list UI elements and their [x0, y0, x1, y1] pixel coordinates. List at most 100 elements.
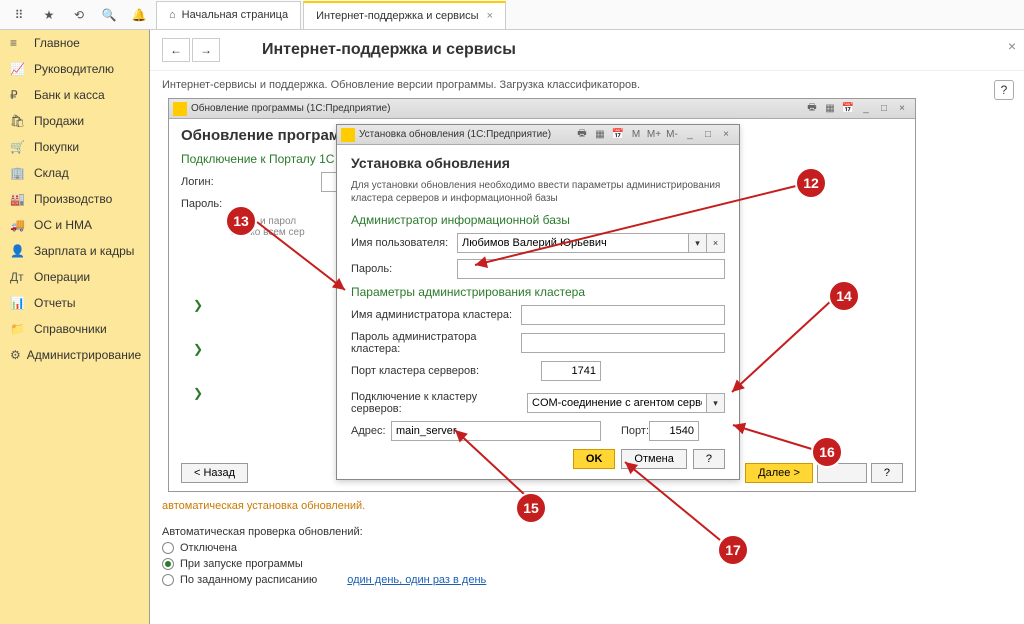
sidebar-item-6[interactable]: 🏭Производство [0, 186, 149, 212]
address-label: Адрес: [351, 425, 391, 437]
back-button[interactable]: ← [162, 38, 190, 62]
close-tab-icon[interactable]: × [487, 10, 493, 22]
sidebar-item-1[interactable]: 📈 Руководителю [0, 56, 149, 82]
radio-disabled-label: Отключена [180, 542, 237, 554]
username-input[interactable] [457, 233, 689, 253]
sidebar-item-4[interactable]: 🛒Покупки [0, 134, 149, 160]
clear-icon[interactable]: × [707, 233, 725, 253]
dialog1-title: Обновление программы (1С:Предприятие) [191, 103, 390, 114]
sidebar-item-10[interactable]: 📊Отчеты [0, 290, 149, 316]
cluster-port-label: Порт кластера серверов: [351, 365, 521, 377]
sidebar-item-3[interactable]: 🛍Продажи [0, 108, 149, 134]
cluster-admin-name-label: Имя администратора кластера: [351, 309, 521, 321]
next-button[interactable]: Далее > [745, 463, 813, 483]
dialog2-title: Установка обновления (1С:Предприятие) [359, 129, 551, 140]
print-icon[interactable]: 🖶 [804, 102, 820, 116]
sidebar-icon: 📈 [10, 62, 28, 76]
cluster-admin-name-input[interactable] [521, 305, 725, 325]
help-button[interactable]: ? [994, 80, 1014, 100]
print-icon[interactable]: 🖶 [574, 128, 590, 142]
home-tab-label: Начальная страница [182, 9, 288, 21]
sidebar-label: Администрирование [27, 348, 141, 362]
calendar-icon[interactable]: 📅 [610, 128, 626, 142]
radio-schedule[interactable] [162, 574, 174, 586]
sidebar-item-12[interactable]: ⚙ Администрирование [0, 342, 149, 368]
port2-input[interactable] [649, 421, 699, 441]
sidebar-label: Банк и касса [34, 88, 105, 102]
sidebar-label: Операции [34, 270, 90, 284]
history-icon[interactable]: ⟲ [64, 1, 94, 29]
sidebar-item-0[interactable]: ≡Главное [0, 30, 149, 56]
bell-icon[interactable]: 🔔 [124, 1, 154, 29]
sidebar-item-7[interactable]: 🚚ОС и НМА [0, 212, 149, 238]
maximize-icon[interactable]: □ [876, 102, 892, 116]
radio-disabled[interactable] [162, 542, 174, 554]
close-dialog-icon[interactable]: × [894, 102, 910, 116]
maximize-icon[interactable]: □ [700, 128, 716, 142]
sidebar-item-9[interactable]: Дт Операции [0, 264, 149, 290]
sidebar-icon: ₽ [10, 88, 28, 102]
calendar-icon[interactable]: 📅 [840, 102, 856, 116]
login-label: Логин: [181, 176, 321, 188]
active-tab-label: Интернет-поддержка и сервисы [316, 10, 478, 22]
close-dialog-icon[interactable]: × [718, 128, 734, 142]
sidebar-icon: ⚙ [10, 348, 21, 362]
minimize-icon[interactable]: _ [682, 128, 698, 142]
app-icon [341, 128, 355, 142]
minimize-icon[interactable]: _ [858, 102, 874, 116]
sidebar-icon: 📊 [10, 296, 28, 310]
forward-button[interactable]: → [192, 38, 220, 62]
password-input[interactable] [457, 259, 725, 279]
marker-14: 14 [828, 280, 860, 312]
cluster-admin-pass-input[interactable] [521, 333, 725, 353]
star-icon[interactable]: ★ [34, 1, 64, 29]
cancel-button[interactable]: Отмена [621, 449, 686, 469]
close-page-icon[interactable]: × [1008, 38, 1016, 54]
install-update-dialog: Установка обновления (1С:Предприятие) 🖶 … [336, 124, 740, 480]
marker-13: 13 [225, 205, 257, 237]
cluster-section: Параметры администрирования кластера [351, 285, 725, 299]
cluster-connection-select[interactable] [527, 393, 707, 413]
dropdown-icon[interactable]: ▾ [689, 233, 707, 253]
back-button[interactable]: < Назад [181, 463, 248, 483]
address-input[interactable] [391, 421, 601, 441]
sidebar-icon: ≡ [10, 36, 28, 50]
marker-17: 17 [717, 534, 749, 566]
radio-on-start-label: При запуске программы [180, 558, 303, 570]
sidebar-icon: 🏢 [10, 166, 28, 180]
dropdown-icon[interactable]: ▾ [707, 393, 725, 413]
cluster-port-input[interactable] [541, 361, 601, 381]
grid-icon[interactable]: ▦ [822, 102, 838, 116]
sidebar-item-11[interactable]: 📁Справочники [0, 316, 149, 342]
active-tab[interactable]: Интернет-поддержка и сервисы × [303, 1, 506, 29]
sidebar-label: Справочники [34, 322, 107, 336]
help-button[interactable]: ? [693, 449, 725, 469]
auto-check-title: Автоматическая проверка обновлений: [162, 526, 486, 538]
radio-on-start[interactable] [162, 558, 174, 570]
apps-icon[interactable]: ⠿ [4, 1, 34, 29]
home-tab[interactable]: ⌂ Начальная страница [156, 1, 301, 29]
marker-12: 12 [795, 167, 827, 199]
cluster-admin-pass-label: Пароль администратора кластера: [351, 331, 521, 355]
sidebar-label: Руководителю [34, 62, 114, 76]
search-icon[interactable]: 🔍 [94, 1, 124, 29]
admin-db-section: Администратор информационной базы [351, 213, 725, 227]
help-button[interactable]: ? [871, 463, 903, 483]
ok-button[interactable]: OK [573, 449, 616, 469]
sidebar-item-2[interactable]: ₽ Банк и касса [0, 82, 149, 108]
sidebar-item-5[interactable]: 🏢Склад [0, 160, 149, 186]
grid-icon[interactable]: ▦ [592, 128, 608, 142]
auto-update-text: автоматическая установка обновлений. [162, 500, 486, 512]
sidebar-item-8[interactable]: 👤Зарплата и кадры [0, 238, 149, 264]
m-plus-icon[interactable]: M+ [646, 128, 662, 142]
m-minus-icon[interactable]: M- [664, 128, 680, 142]
marker-15: 15 [515, 492, 547, 524]
sidebar-icon: 👤 [10, 244, 28, 258]
marker-16: 16 [811, 436, 843, 468]
sidebar-icon: Дт [10, 270, 28, 284]
sidebar-label: Продажи [34, 114, 84, 128]
dialog2-heading: Установка обновления [351, 155, 725, 171]
m-icon[interactable]: M [628, 128, 644, 142]
home-icon: ⌂ [169, 9, 176, 21]
schedule-link[interactable]: один день, один раз в день [347, 574, 486, 586]
